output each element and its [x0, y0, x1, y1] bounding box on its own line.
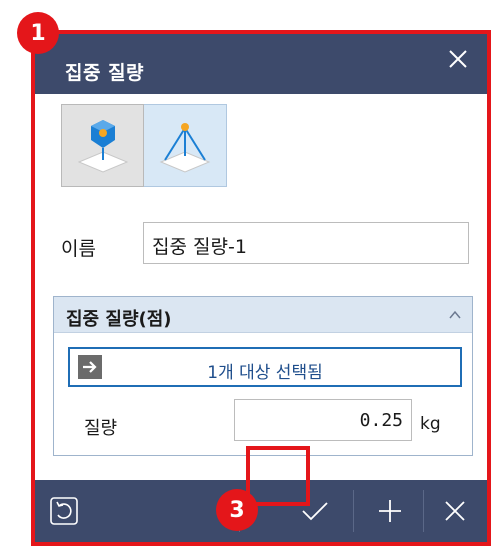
point-mass-section: 집중 질량(점) 1개 대상 선택됨 질량 0.25 kg [53, 296, 473, 456]
cancel-button[interactable] [427, 480, 483, 542]
add-button[interactable] [361, 480, 419, 542]
footer-divider [423, 490, 424, 532]
selection-status: 1개 대상 선택됨 [207, 363, 323, 383]
name-label: 이름 [61, 238, 96, 260]
plus-icon [379, 500, 401, 522]
target-selector[interactable]: 1개 대상 선택됨 [68, 347, 462, 387]
mass-label: 질량 [84, 418, 118, 439]
mass-input[interactable]: 0.25 [234, 399, 412, 441]
distributed-mass-button[interactable] [144, 104, 227, 187]
ok-highlight-frame [246, 446, 310, 506]
close-icon [445, 501, 465, 521]
mass-unit: kg [420, 414, 441, 434]
footer-divider [353, 490, 354, 532]
name-input[interactable]: 집중 질량-1 [143, 222, 469, 264]
point-mass-icon [77, 119, 128, 173]
reset-icon [50, 497, 78, 525]
point-mass-button[interactable] [61, 104, 144, 187]
section-title: 집중 질량(점) [66, 309, 172, 330]
close-icon[interactable] [445, 48, 471, 74]
distributed-mass-icon [159, 122, 211, 173]
step-badge-3: 3 [216, 489, 258, 531]
dialog-title: 집중 질량 [65, 62, 145, 84]
mass-type-toggle [61, 104, 227, 187]
mass-value: 0.25 [359, 410, 403, 431]
reset-button[interactable] [35, 480, 93, 542]
title-bar: 집중 질량 [35, 34, 487, 94]
step-badge-1: 1 [17, 12, 59, 54]
chevron-up-icon[interactable] [448, 307, 462, 321]
section-header[interactable]: 집중 질량(점) [54, 297, 472, 333]
